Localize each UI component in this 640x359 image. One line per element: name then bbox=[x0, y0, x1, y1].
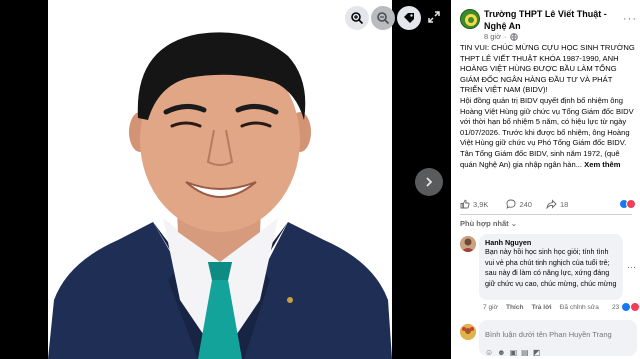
comment-like-button[interactable]: Thích bbox=[506, 304, 524, 311]
comment-filter-dropdown[interactable]: Phù hợp nhất ⌄ bbox=[460, 219, 517, 228]
fullscreen-button[interactable] bbox=[424, 7, 444, 27]
post-body: TIN VUI: CHÚC MỪNG CỰU HỌC SINH TRƯỜNG T… bbox=[460, 43, 636, 170]
globe-icon bbox=[509, 32, 518, 41]
avatar-image bbox=[460, 236, 476, 252]
comment-bubble: Hanh Nguyen Bạn này hồi học sinh học giỏ… bbox=[479, 234, 623, 300]
post-photo[interactable] bbox=[48, 0, 392, 359]
composer-toolbar: ☺ ☻ ▣ ▤ ◩ bbox=[485, 348, 631, 357]
like-count: 3,9K bbox=[473, 199, 489, 209]
post-stats: 3,9K 240 18 bbox=[460, 198, 636, 210]
commenter-avatar[interactable] bbox=[460, 236, 476, 252]
tag-icon bbox=[404, 13, 414, 23]
share-count: 18 bbox=[559, 199, 569, 209]
camera-icon[interactable]: ▣ bbox=[510, 348, 518, 357]
post-paragraph: TIN VUI: CHÚC MỪNG CỰU HỌC SINH TRƯỜNG T… bbox=[460, 43, 635, 95]
post-side-panel: Trường THPT Lê Viết Thuật - Nghệ An 8 gi… bbox=[451, 0, 640, 359]
zoom-out-button[interactable] bbox=[371, 6, 395, 30]
post-paragraph: Hội đồng quản trị BIDV quyết định bổ nhi… bbox=[460, 95, 634, 148]
page-name-link[interactable]: Trường THPT Lê Viết Thuật - Nghệ An bbox=[484, 8, 619, 32]
love-reaction-icon bbox=[626, 199, 636, 209]
see-more-link[interactable]: Xem thêm bbox=[584, 160, 620, 169]
comment-text: Bạn này hồi học sinh học giỏi; tính tình… bbox=[485, 247, 617, 288]
emoji-icon[interactable]: ☻ bbox=[497, 348, 505, 357]
tag-photo-button[interactable] bbox=[397, 6, 421, 30]
expand-icon bbox=[428, 11, 440, 23]
comment-author[interactable]: Hanh Nguyen bbox=[485, 238, 617, 247]
share-icon bbox=[546, 199, 557, 209]
comment-time[interactable]: 7 giờ bbox=[483, 304, 498, 311]
chevron-right-icon bbox=[426, 177, 433, 187]
photo-viewer bbox=[0, 0, 451, 359]
comment-count-button[interactable]: 240 bbox=[506, 199, 532, 209]
comment-reply-button[interactable]: Trả lời bbox=[532, 304, 552, 311]
sticker-icon[interactable]: ◩ bbox=[533, 348, 541, 357]
page-avatar[interactable] bbox=[460, 9, 480, 29]
avatar-image bbox=[460, 324, 476, 340]
current-user-avatar bbox=[460, 324, 476, 340]
comment-more-icon[interactable]: ··· bbox=[627, 262, 636, 272]
comment-icon bbox=[506, 199, 516, 209]
comment-reaction-count[interactable]: 23 bbox=[612, 302, 640, 312]
like-count-button[interactable]: 3,9K bbox=[460, 199, 488, 209]
comment-actions: 7 giờ Thích Trả lời Đã chỉnh sửa bbox=[483, 304, 599, 311]
next-photo-button[interactable] bbox=[415, 168, 443, 196]
post-paragraph: Tân Tổng Giám đốc BIDV, sinh năm 1972, (… bbox=[460, 148, 621, 169]
thumbs-up-icon bbox=[460, 199, 470, 209]
school-logo-icon bbox=[462, 11, 479, 28]
zoom-in-button[interactable] bbox=[345, 6, 369, 30]
post-time[interactable]: 8 giờ bbox=[484, 32, 501, 41]
divider bbox=[460, 214, 632, 215]
comment-count: 240 bbox=[519, 199, 532, 209]
zoom-in-icon bbox=[351, 12, 364, 25]
post-meta: 8 giờ · bbox=[484, 32, 518, 41]
comment-input[interactable] bbox=[485, 330, 631, 339]
love-reaction-icon bbox=[630, 302, 640, 312]
share-count-button[interactable]: 18 bbox=[546, 199, 568, 209]
reaction-summary[interactable] bbox=[619, 199, 636, 209]
portrait-image bbox=[48, 0, 392, 359]
gif-icon[interactable]: ▤ bbox=[521, 348, 529, 357]
avatar-sticker-icon[interactable]: ☺ bbox=[485, 348, 493, 357]
zoom-out-icon bbox=[377, 12, 390, 25]
comment-composer: ☺ ☻ ▣ ▤ ◩ bbox=[479, 320, 637, 357]
more-options-icon[interactable]: ··· bbox=[623, 13, 637, 25]
comment-edited-label: Đã chỉnh sửa bbox=[559, 304, 599, 311]
